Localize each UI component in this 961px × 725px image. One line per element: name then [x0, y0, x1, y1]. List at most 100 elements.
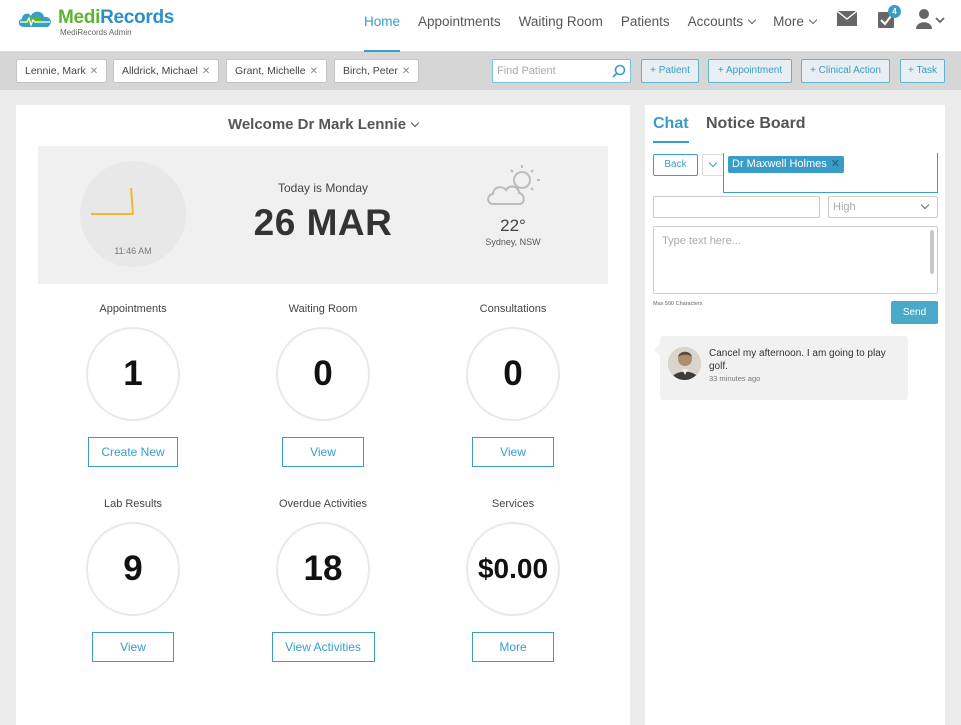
stat-value: 1 [86, 327, 180, 421]
stat-label: Waiting Room [288, 303, 358, 315]
patient-tab[interactable]: Grant, Michelle ✕ [226, 59, 327, 83]
chat-message-time: 33 minutes ago [709, 374, 761, 383]
view-consultations-button[interactable]: View [472, 437, 554, 467]
back-button[interactable]: Back [653, 154, 698, 176]
view-waiting-room-button[interactable]: View [282, 437, 364, 467]
find-patient-search [492, 59, 631, 83]
stat-label: Services [491, 498, 535, 510]
message-placeholder: Type text here... [662, 235, 741, 247]
close-icon[interactable]: ✕ [402, 66, 410, 77]
brand-subtitle: MediRecords Admin [60, 28, 132, 37]
textarea-scrollbar[interactable] [930, 230, 934, 274]
tasks-badge: 4 [888, 5, 901, 18]
view-lab-results-button[interactable]: View [92, 632, 174, 662]
patient-tab-label: Birch, Peter [343, 65, 398, 77]
nav-more[interactable]: More [764, 0, 825, 52]
welcome-text: Welcome Dr Mark Lennie [227, 116, 407, 133]
patient-tab[interactable]: Lennie, Mark ✕ [16, 59, 108, 83]
stat-label: Appointments [99, 303, 167, 315]
tasks-button[interactable]: 4 [878, 5, 901, 33]
chat-message: Cancel my afternoon. I am going to play … [654, 336, 908, 400]
today-label: Today is Monday [277, 181, 369, 195]
clock-time: 11:46 AM [114, 246, 152, 256]
close-icon[interactable]: ✕ [202, 66, 210, 77]
cloud-logo-icon [18, 11, 51, 27]
weather-location: Sydney, NSW [485, 237, 541, 247]
nav-home[interactable]: Home [355, 0, 409, 53]
stat-value: 0 [276, 327, 370, 421]
send-button[interactable]: Send [891, 301, 938, 324]
stat-value: 9 [86, 522, 180, 616]
add-clinical-action-button[interactable]: + Clinical Action [801, 59, 890, 83]
overdue-activities-stat: Overdue Activities 18 View Activities [233, 498, 413, 662]
more-services-button[interactable]: More [472, 632, 554, 662]
current-date: 26 MAR [253, 202, 393, 243]
partly-cloudy-icon [487, 165, 540, 205]
welcome-dropdown[interactable]: Welcome Dr Mark Lennie [16, 116, 630, 133]
medirecords-logo[interactable]: MediRecords MediRecords Admin [16, 8, 174, 37]
priority-select[interactable]: High [828, 196, 938, 218]
chevron-down-icon [920, 200, 930, 210]
chat-message-text: Cancel my afternoon. I am going to play … [709, 348, 886, 372]
close-icon[interactable]: ✕ [310, 66, 318, 77]
brand-name-part1: Medi [58, 7, 101, 28]
search-icon[interactable] [612, 64, 626, 78]
nav-patients[interactable]: Patients [612, 0, 679, 52]
stat-label: Overdue Activities [278, 498, 368, 510]
add-patient-button[interactable]: + Patient [641, 59, 699, 83]
chevron-down-icon [708, 158, 718, 168]
patient-tab-label: Alldrick, Michael [122, 65, 198, 77]
patient-tab[interactable]: Birch, Peter ✕ [334, 59, 420, 83]
stat-label: Lab Results [103, 498, 163, 510]
find-patient-input[interactable] [493, 60, 608, 82]
chevron-down-icon [808, 15, 818, 25]
tab-notice-board[interactable]: Notice Board [706, 115, 806, 133]
dashboard-panel: Welcome Dr Mark Lennie 11:46 AM Today is… [16, 105, 630, 725]
brand-name-part2: Records [100, 7, 175, 28]
nav-accounts[interactable]: Accounts [679, 0, 765, 52]
chevron-down-icon [747, 15, 757, 25]
temperature: 22° [500, 216, 526, 235]
main-nav: Home Appointments Waiting Room Patients … [355, 0, 825, 53]
analog-clock: 11:46 AM [80, 161, 186, 267]
stat-value: $0.00 [466, 522, 560, 616]
max-characters-note: Max 500 Characters [653, 301, 703, 307]
nav-waiting-room[interactable]: Waiting Room [510, 0, 612, 52]
patient-tab-label: Grant, Michelle [235, 65, 306, 77]
priority-value: High [833, 201, 856, 213]
patient-tab[interactable]: Alldrick, Michael ✕ [113, 59, 220, 83]
close-icon[interactable]: ✕ [90, 66, 98, 77]
info-banner: 11:46 AM Today is Monday 26 MAR 22° Sydn… [38, 146, 608, 284]
subject-field[interactable] [653, 196, 820, 218]
create-new-appointment-button[interactable]: Create New [88, 437, 178, 467]
chevron-down-icon [410, 118, 420, 128]
user-menu[interactable] [916, 9, 946, 34]
nav-accounts-label: Accounts [687, 14, 744, 29]
recipient-field[interactable]: Dr Maxwell Holmes ✕ [723, 153, 938, 193]
services-stat: Services $0.00 More [423, 498, 603, 662]
nav-waiting-room-label: Waiting Room [518, 14, 603, 29]
mail-icon[interactable] [836, 10, 858, 31]
add-task-button[interactable]: + Task [900, 59, 945, 83]
stat-value: 18 [276, 522, 370, 616]
view-activities-button[interactable]: View Activities [271, 632, 375, 662]
nav-patients-label: Patients [620, 14, 670, 29]
consultations-stat: Consultations 0 View [423, 303, 603, 467]
user-icon [916, 9, 945, 29]
recipient-name: Dr Maxwell Holmes [732, 158, 827, 170]
nav-appointments-label: Appointments [418, 14, 501, 29]
add-appointment-button[interactable]: + Appointment [708, 59, 792, 83]
recipient-tag: Dr Maxwell Holmes ✕ [728, 156, 844, 173]
stat-label: Consultations [479, 303, 547, 315]
nav-home-label: Home [364, 14, 401, 29]
patient-tab-bar: Lennie, Mark ✕ Alldrick, Michael ✕ Grant, … [0, 52, 961, 90]
tab-chat[interactable]: Chat [653, 115, 689, 143]
chat-panel: Chat Notice Board Back Dr Maxwell Holmes… [645, 105, 945, 725]
appointments-stat: Appointments 1 Create New [43, 303, 223, 467]
remove-recipient-icon[interactable]: ✕ [831, 158, 840, 170]
recipient-dropdown[interactable] [702, 154, 724, 176]
lab-results-stat: Lab Results 9 View [43, 498, 223, 662]
message-textarea[interactable]: Type text here... [653, 226, 938, 294]
waiting-room-stat: Waiting Room 0 View [233, 303, 413, 467]
nav-appointments[interactable]: Appointments [409, 0, 510, 52]
